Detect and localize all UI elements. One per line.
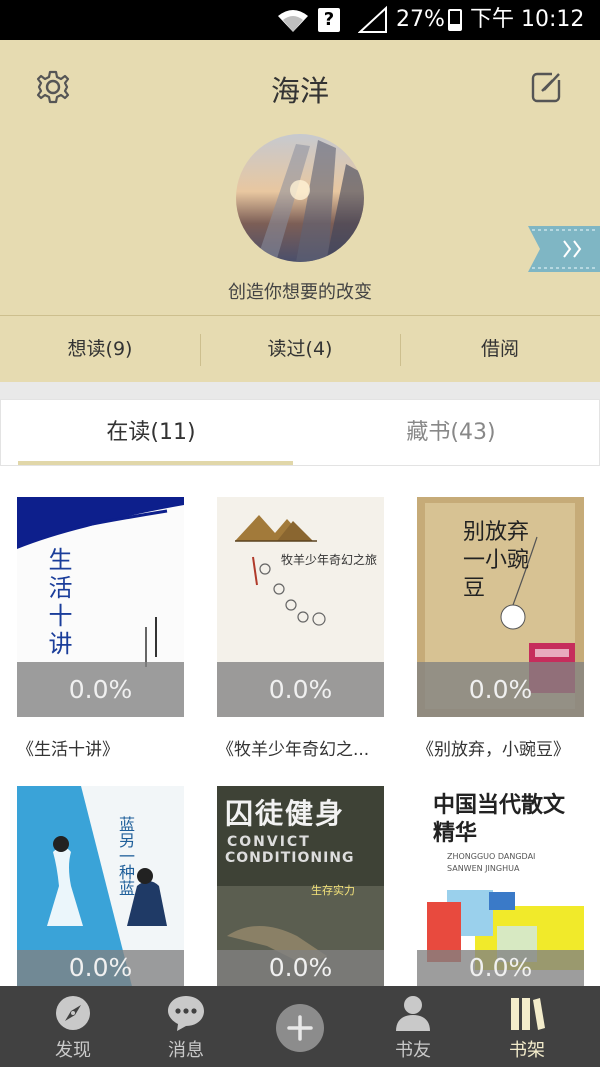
reading-progress: 0.0%	[17, 662, 184, 717]
avatar[interactable]	[236, 134, 364, 262]
cover-title: 牧羊少年奇幻之旅	[281, 553, 378, 567]
compass-icon	[54, 994, 92, 1032]
cover-subtitle: CONVICT	[227, 834, 311, 850]
book-cover[interactable]: 囚徒健身 CONVICT CONDITIONING 生存实力 0.0%	[217, 786, 384, 1006]
book-cover[interactable]: 中国当代散文精华 ZHONGGUO DANGDAI SANWEN JINGHUA…	[417, 786, 584, 1006]
reading-progress: 0.0%	[417, 662, 584, 717]
book-cover[interactable]: 别放弃一小豌豆 0.0%	[417, 497, 584, 717]
profile-motto: 创造你想要的改变	[228, 282, 372, 303]
book-title: 《牧羊少年奇幻之...	[217, 740, 370, 760]
book-title: 《生活十讲》	[17, 740, 119, 760]
reading-progress: 0.0%	[17, 950, 184, 986]
nav-bookshelf[interactable]: 书架	[467, 986, 587, 1067]
nav-label: 发现	[55, 1040, 91, 1061]
cover-title: 蓝另一种蓝	[116, 816, 135, 896]
battery-icon	[448, 9, 462, 31]
person-icon	[394, 994, 432, 1032]
cover-title: 别放弃一小豌豆	[463, 520, 530, 601]
ribbon-arrow-icon[interactable]	[528, 226, 600, 272]
nav-discover[interactable]: 发现	[13, 986, 133, 1067]
stat-want-to-read[interactable]: 想读(9)	[0, 316, 200, 382]
cover-subtitle: ZHONGGUO DANGDAI	[447, 852, 536, 861]
nav-messages[interactable]: 消息	[126, 986, 246, 1067]
reading-stats: 想读(9) 读过(4) 借阅	[0, 315, 600, 382]
nav-label: 消息	[168, 1040, 204, 1061]
cover-title: 中国当代散文精华	[433, 793, 566, 846]
book-cover[interactable]: 生活十讲 0.0%	[17, 497, 184, 717]
edit-note-icon[interactable]	[528, 68, 566, 106]
wifi-icon	[276, 0, 310, 40]
battery-percent: 27%	[396, 7, 445, 32]
reading-progress: 0.0%	[217, 662, 384, 717]
tab-reading[interactable]: 在读(11)	[1, 400, 301, 466]
bottom-nav: 发现 消息 书友 书架	[0, 986, 600, 1067]
nav-book-friends[interactable]: 书友	[353, 986, 473, 1067]
no-sim-icon: ?	[318, 8, 340, 32]
bookshelf-icon	[508, 994, 546, 1032]
reading-progress: 0.0%	[217, 950, 384, 986]
nav-label: 书架	[509, 1040, 545, 1061]
book-title: 《别放弃，小豌豆》	[417, 740, 570, 760]
cover-subtitle: CONDITIONING	[225, 850, 355, 866]
profile-header: 海洋 创造你想要的改变 想读(9) 读过(4) 借阅	[0, 40, 600, 382]
clock: 下午 10:12	[470, 7, 585, 32]
stat-borrowed[interactable]: 借阅	[400, 316, 600, 382]
book-cover[interactable]: 蓝另一种蓝 0.0%	[17, 786, 184, 1006]
reading-progress: 0.0%	[417, 950, 584, 986]
active-tab-indicator	[18, 461, 293, 465]
cover-tagline: 生存实力	[311, 884, 355, 897]
plus-icon[interactable]	[276, 1004, 324, 1052]
nav-label: 书友	[395, 1040, 431, 1061]
cover-subtitle: SANWEN JINGHUA	[447, 864, 520, 873]
chat-bubble-icon	[167, 994, 205, 1032]
cover-title: 生活十讲	[44, 547, 72, 659]
tab-collection[interactable]: 藏书(43)	[301, 400, 600, 466]
status-bar: ? 27% 下午 10:12	[0, 0, 600, 40]
cover-title: 囚徒健身	[225, 797, 346, 830]
stat-have-read[interactable]: 读过(4)	[200, 316, 400, 382]
profile-name: 海洋	[270, 74, 329, 108]
section-gap	[0, 382, 600, 399]
signal-icon	[357, 0, 388, 40]
shelf-tabs: 在读(11) 藏书(43)	[0, 399, 600, 466]
book-cover[interactable]: 牧羊少年奇幻之旅 0.0%	[217, 497, 384, 717]
